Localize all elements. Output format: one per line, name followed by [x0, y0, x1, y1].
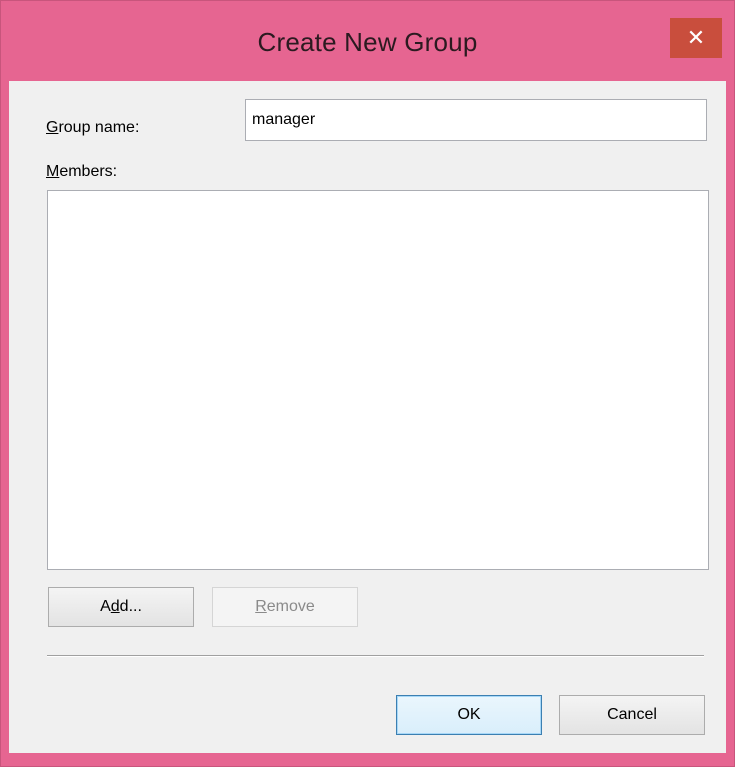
members-label-mnemonic: M	[46, 163, 60, 180]
members-label: Members:	[46, 163, 117, 181]
remove-button-text: emove	[266, 598, 315, 615]
add-button-mnemonic: d	[110, 598, 120, 615]
remove-button[interactable]: Remove	[212, 587, 358, 627]
separator	[47, 655, 704, 657]
add-button[interactable]: Add...	[48, 587, 194, 627]
group-name-label: Group name:	[46, 119, 139, 137]
close-icon: ✕	[686, 25, 706, 50]
dialog-title: Create New Group	[257, 27, 478, 57]
dialog-body: Group name: Members: Add... Remove OK Ca…	[9, 81, 726, 753]
add-button-text-pre: A	[100, 598, 111, 615]
group-name-input[interactable]	[245, 99, 707, 141]
cancel-button[interactable]: Cancel	[559, 695, 705, 735]
remove-button-mnemonic: R	[255, 598, 267, 615]
group-name-label-text: roup name:	[58, 119, 140, 136]
dialog-window: Create New Group ✕ Group name: Members: …	[0, 0, 735, 767]
title-bar[interactable]: Create New Group ✕	[1, 1, 734, 81]
add-button-text-post: d...	[119, 598, 142, 615]
close-button[interactable]: ✕	[670, 18, 722, 58]
members-list[interactable]	[47, 190, 709, 570]
ok-button[interactable]: OK	[396, 695, 542, 735]
group-name-label-mnemonic: G	[46, 119, 59, 136]
members-label-text: embers:	[59, 163, 118, 180]
